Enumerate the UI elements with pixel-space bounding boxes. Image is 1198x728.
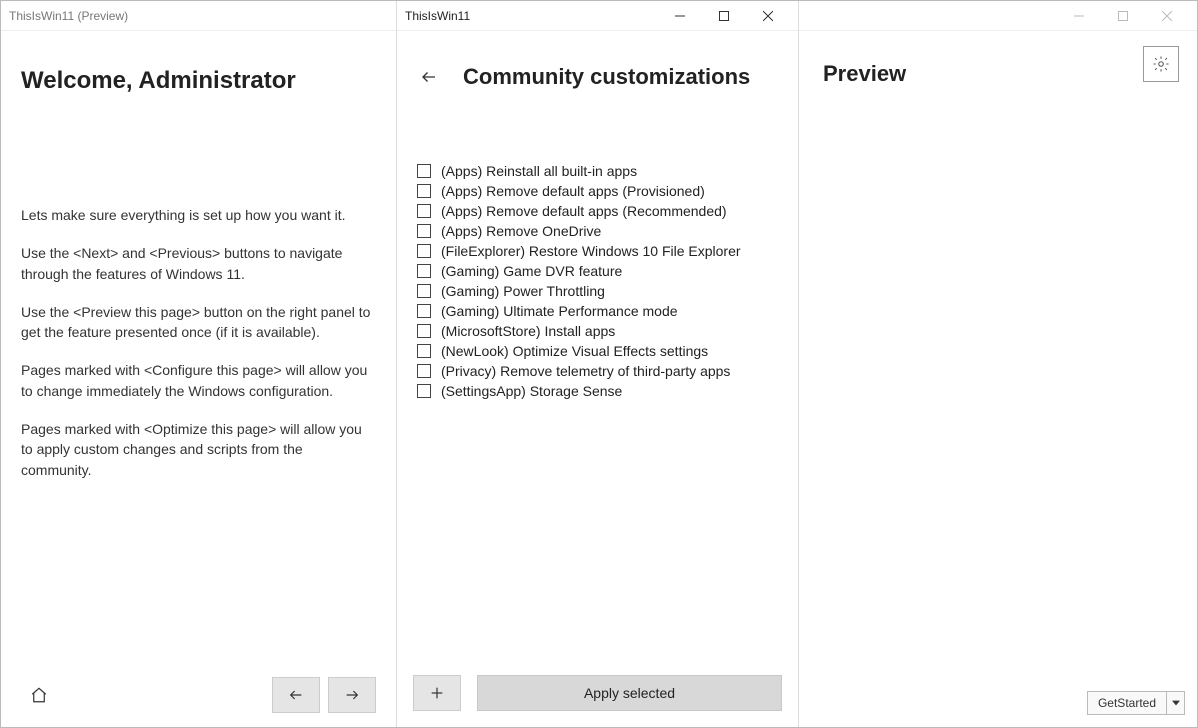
checkbox[interactable] bbox=[417, 224, 431, 238]
intro-para-0: Lets make sure everything is set up how … bbox=[21, 205, 376, 225]
left-window-title: ThisIsWin11 (Preview) bbox=[9, 9, 128, 23]
arrow-left-icon bbox=[286, 687, 306, 703]
checkbox[interactable] bbox=[417, 284, 431, 298]
settings-button[interactable] bbox=[1143, 46, 1179, 82]
left-footer bbox=[21, 665, 376, 727]
previous-button[interactable] bbox=[272, 677, 320, 713]
nav-buttons bbox=[272, 677, 376, 713]
preview-body bbox=[799, 97, 1197, 683]
middle-titlebar: ThisIsWin11 bbox=[397, 1, 798, 31]
minimize-icon bbox=[675, 11, 685, 21]
checkbox[interactable] bbox=[417, 204, 431, 218]
maximize-button-right[interactable] bbox=[1101, 1, 1145, 31]
left-panel: ThisIsWin11 (Preview) Welcome, Administr… bbox=[1, 1, 397, 727]
intro-para-1: Use the <Next> and <Previous> buttons to… bbox=[21, 243, 376, 284]
community-heading: Community customizations bbox=[463, 64, 750, 90]
list-item[interactable]: (MicrosoftStore) Install apps bbox=[417, 321, 778, 341]
checkbox[interactable] bbox=[417, 304, 431, 318]
close-icon bbox=[763, 11, 773, 21]
item-label: (Gaming) Power Throttling bbox=[441, 283, 605, 299]
right-panel: Preview GetStarted bbox=[799, 1, 1197, 727]
list-item[interactable]: (Apps) Reinstall all built-in apps bbox=[417, 161, 778, 181]
list-item[interactable]: (Apps) Remove default apps (Recommended) bbox=[417, 201, 778, 221]
customization-list: (Apps) Reinstall all built-in apps (Apps)… bbox=[397, 105, 798, 663]
plus-icon bbox=[429, 685, 445, 701]
intro-para-2: Use the <Preview this page> button on th… bbox=[21, 302, 376, 343]
home-button[interactable] bbox=[21, 677, 57, 713]
apply-selected-button[interactable]: Apply selected bbox=[477, 675, 782, 711]
list-item[interactable]: (Privacy) Remove telemetry of third-part… bbox=[417, 361, 778, 381]
middle-panel: ThisIsWin11 Community customizations (Ap… bbox=[397, 1, 799, 727]
middle-footer: Apply selected bbox=[397, 663, 798, 727]
chevron-down-icon bbox=[1166, 692, 1184, 714]
item-label: (Gaming) Game DVR feature bbox=[441, 263, 622, 279]
list-item[interactable]: (Gaming) Ultimate Performance mode bbox=[417, 301, 778, 321]
next-button[interactable] bbox=[328, 677, 376, 713]
minimize-button[interactable] bbox=[658, 1, 702, 31]
welcome-heading: Welcome, Administrator bbox=[21, 67, 376, 95]
close-icon bbox=[1162, 11, 1172, 21]
list-item[interactable]: (Gaming) Game DVR feature bbox=[417, 261, 778, 281]
left-content: Welcome, Administrator Lets make sure ev… bbox=[1, 31, 396, 727]
minimize-button-right[interactable] bbox=[1057, 1, 1101, 31]
right-header: Preview bbox=[799, 31, 1197, 97]
close-button[interactable] bbox=[746, 1, 790, 31]
list-item[interactable]: (FileExplorer) Restore Windows 10 File E… bbox=[417, 241, 778, 261]
back-button[interactable] bbox=[411, 59, 447, 95]
right-footer: GetStarted bbox=[799, 683, 1197, 727]
intro-para-4: Pages marked with <Optimize this page> w… bbox=[21, 419, 376, 480]
list-item[interactable]: (Gaming) Power Throttling bbox=[417, 281, 778, 301]
middle-header: Community customizations bbox=[397, 31, 798, 105]
item-label: (Privacy) Remove telemetry of third-part… bbox=[441, 363, 730, 379]
arrow-right-icon bbox=[342, 687, 362, 703]
arrow-left-icon bbox=[418, 68, 440, 86]
item-label: (MicrosoftStore) Install apps bbox=[441, 323, 615, 339]
preview-heading: Preview bbox=[823, 61, 906, 87]
checkbox[interactable] bbox=[417, 364, 431, 378]
item-label: (SettingsApp) Storage Sense bbox=[441, 383, 622, 399]
checkbox[interactable] bbox=[417, 324, 431, 338]
item-label: (FileExplorer) Restore Windows 10 File E… bbox=[441, 243, 741, 259]
dropdown-value: GetStarted bbox=[1088, 696, 1166, 710]
item-label: (Apps) Remove OneDrive bbox=[441, 223, 601, 239]
checkbox[interactable] bbox=[417, 184, 431, 198]
gear-icon bbox=[1152, 55, 1170, 73]
list-item[interactable]: (SettingsApp) Storage Sense bbox=[417, 381, 778, 401]
middle-window-title: ThisIsWin11 bbox=[405, 9, 470, 23]
item-label: (Apps) Reinstall all built-in apps bbox=[441, 163, 637, 179]
checkbox[interactable] bbox=[417, 164, 431, 178]
list-item[interactable]: (Apps) Remove OneDrive bbox=[417, 221, 778, 241]
intro-para-3: Pages marked with <Configure this page> … bbox=[21, 360, 376, 401]
maximize-button[interactable] bbox=[702, 1, 746, 31]
add-button[interactable] bbox=[413, 675, 461, 711]
maximize-icon bbox=[719, 11, 729, 21]
list-item[interactable]: (Apps) Remove default apps (Provisioned) bbox=[417, 181, 778, 201]
close-button-right[interactable] bbox=[1145, 1, 1189, 31]
checkbox[interactable] bbox=[417, 384, 431, 398]
apply-label: Apply selected bbox=[584, 685, 675, 701]
maximize-icon bbox=[1118, 11, 1128, 21]
home-icon bbox=[30, 686, 48, 704]
checkbox[interactable] bbox=[417, 264, 431, 278]
item-label: (Apps) Remove default apps (Recommended) bbox=[441, 203, 727, 219]
checkbox[interactable] bbox=[417, 344, 431, 358]
left-titlebar: ThisIsWin11 (Preview) bbox=[1, 1, 396, 31]
item-label: (Apps) Remove default apps (Provisioned) bbox=[441, 183, 705, 199]
item-label: (NewLook) Optimize Visual Effects settin… bbox=[441, 343, 708, 359]
right-titlebar bbox=[799, 1, 1197, 31]
checkbox[interactable] bbox=[417, 244, 431, 258]
list-item[interactable]: (NewLook) Optimize Visual Effects settin… bbox=[417, 341, 778, 361]
minimize-icon bbox=[1074, 11, 1084, 21]
item-label: (Gaming) Ultimate Performance mode bbox=[441, 303, 678, 319]
page-dropdown[interactable]: GetStarted bbox=[1087, 691, 1185, 715]
